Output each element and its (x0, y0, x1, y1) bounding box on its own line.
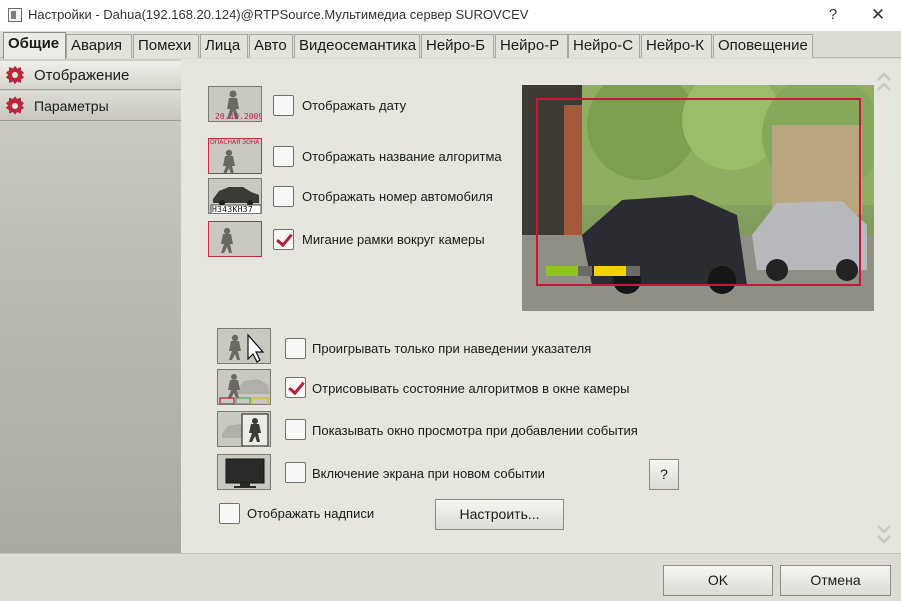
close-button[interactable]: ✕ (863, 4, 893, 26)
draw-algorithm-state-checkbox[interactable] (285, 377, 306, 398)
person-cursor-icon (217, 328, 271, 364)
show-plate-number-label: Отображать номер автомобиля (302, 189, 493, 204)
show-algorithm-name-label: Отображать название алгоритма (302, 149, 502, 164)
tab-neuro-r[interactable]: Нейро-Р (495, 34, 568, 58)
person-date-icon: 20.10.2009 (208, 86, 262, 122)
play-on-hover-label: Проигрывать только при наведении указате… (312, 341, 592, 356)
ok-button[interactable]: OK (663, 565, 773, 596)
show-preview-window-label: Показывать окно просмотра при добавлении… (312, 423, 638, 438)
sidebar-item-parameters[interactable]: Параметры (0, 91, 181, 121)
tab-notification[interactable]: Оповещение (713, 34, 813, 58)
camera-preview (522, 85, 874, 311)
draw-algorithm-state-label: Отрисовывать состояние алгоритмов в окне… (312, 381, 630, 396)
play-on-hover-checkbox[interactable] (285, 338, 306, 359)
frame-blink-checkbox[interactable] (273, 229, 294, 250)
frame-blink-label: Мигание рамки вокруг камеры (302, 232, 485, 247)
algorithm-state-icon (217, 369, 271, 405)
sidebar-item-label: Отображение (34, 66, 130, 84)
tab-neuro-b[interactable]: Нейро-Б (421, 34, 494, 58)
show-algorithm-name-checkbox[interactable] (273, 146, 294, 167)
person-zone-icon: ОПАСНАЯ ЗОНА (208, 138, 262, 174)
show-labels-checkbox[interactable] (219, 503, 240, 524)
title-bar: Настройки - Dahua(192.168.20.124)@RTPSou… (0, 0, 901, 31)
zone-sample-text: ОПАСНАЯ ЗОНА (210, 139, 260, 146)
screen-on-event-help-button[interactable]: ? (649, 459, 679, 490)
screen-on-event-checkbox[interactable] (285, 462, 306, 483)
person-frame-icon (208, 221, 262, 257)
show-labels-label: Отображать надписи (247, 506, 375, 521)
sidebar: Отображение Параметры (0, 59, 181, 553)
sidebar-item-label: Параметры (34, 97, 109, 114)
camera-frame-highlight (536, 98, 861, 286)
show-plate-number-checkbox[interactable] (273, 186, 294, 207)
app-icon (8, 8, 22, 22)
show-preview-window-checkbox[interactable] (285, 419, 306, 440)
scroll-up-icon[interactable] (876, 68, 892, 96)
plate-sample-text: Н343КН37 (212, 205, 253, 214)
cancel-button[interactable]: Отмена (780, 565, 891, 596)
tab-faces[interactable]: Лица (200, 34, 248, 58)
tab-neuro-k[interactable]: Нейро-К (641, 34, 712, 58)
sidebar-item-display[interactable]: Отображение (0, 61, 181, 90)
help-button[interactable]: ? (818, 4, 848, 26)
gear-icon (6, 66, 24, 84)
tab-auto[interactable]: Авто (249, 34, 293, 58)
show-date-checkbox[interactable] (273, 95, 294, 116)
preview-window-icon (217, 411, 271, 447)
show-date-label: Отображать дату (302, 98, 407, 113)
window-title: Настройки - Dahua(192.168.20.124)@RTPSou… (28, 7, 529, 22)
tab-interference[interactable]: Помехи (133, 34, 199, 58)
tab-videosemantics[interactable]: Видеосемантика (294, 34, 420, 58)
settings-panel: 20.10.2009 Отображать дату ОПАСНАЯ ЗОНА … (181, 59, 901, 553)
car-plate-icon: Н343КН37 (208, 178, 262, 214)
dialog-footer: OK Отмена (0, 553, 901, 601)
tab-alarm[interactable]: Авария (66, 34, 132, 58)
tab-neuro-s[interactable]: Нейро-С (568, 34, 640, 58)
tab-bar: Общие Авария Помехи Лица Авто Видеосеман… (0, 31, 901, 59)
monitor-icon (217, 454, 271, 490)
gear-icon (6, 97, 24, 115)
configure-button[interactable]: Настроить... (435, 499, 564, 530)
date-sample-text: 20.10.2009 (215, 112, 262, 121)
screen-on-event-label: Включение экрана при новом событии (312, 466, 545, 481)
tab-general[interactable]: Общие (3, 32, 66, 59)
scroll-down-icon[interactable] (876, 520, 892, 548)
